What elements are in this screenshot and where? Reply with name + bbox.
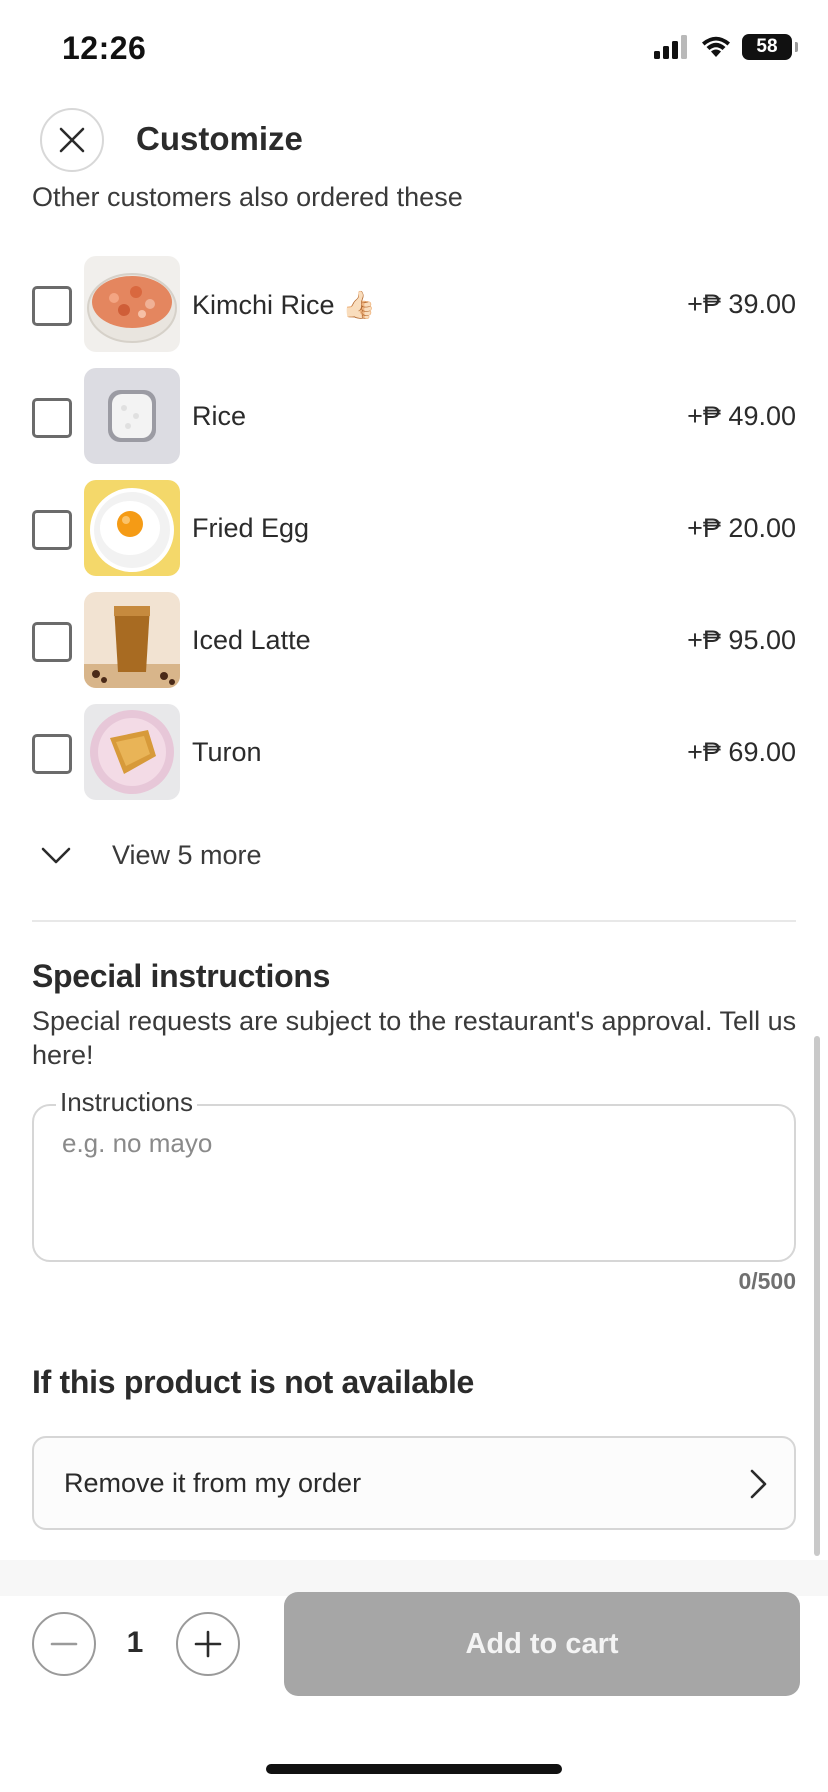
addon-name: Iced Latte bbox=[192, 625, 311, 655]
special-instructions-description: Special requests are subject to the rest… bbox=[32, 1006, 797, 1070]
addon-item-kimchi-rice[interactable]: Kimchi Rice 👍🏻 +₱ 39.00 bbox=[32, 256, 796, 352]
chevron-down-icon bbox=[41, 847, 71, 864]
cellular-signal-icon bbox=[654, 35, 687, 59]
addon-checkbox[interactable] bbox=[32, 398, 72, 438]
addon-checkbox[interactable] bbox=[32, 510, 72, 550]
add-to-cart-button[interactable]: Add to cart bbox=[284, 1592, 800, 1696]
turon-image bbox=[84, 704, 180, 800]
addon-item-iced-latte[interactable]: Iced Latte +₱ 95.00 bbox=[32, 592, 796, 688]
unavailable-option-select[interactable]: Remove it from my order bbox=[32, 1436, 796, 1530]
addon-name: Fried Egg bbox=[192, 513, 310, 543]
addon-name: Rice bbox=[192, 401, 247, 431]
plus-icon bbox=[194, 1630, 222, 1658]
battery-indicator: 58 bbox=[742, 34, 798, 60]
character-count: 0/500 bbox=[738, 1268, 796, 1294]
home-indicator bbox=[266, 1764, 562, 1774]
instructions-field[interactable]: Instructions bbox=[32, 1087, 796, 1262]
status-icons: 58 bbox=[654, 34, 798, 60]
addon-item-fried-egg[interactable]: Fried Egg +₱ 20.00 bbox=[32, 480, 796, 576]
addon-price: +₱ 69.00 bbox=[687, 737, 796, 767]
instructions-input[interactable] bbox=[62, 1128, 762, 1159]
wifi-icon bbox=[702, 36, 730, 57]
status-time: 12:26 bbox=[62, 30, 147, 66]
bottom-bar-divider bbox=[0, 1560, 828, 1596]
unavailable-title: If this product is not available bbox=[32, 1364, 475, 1400]
addon-item-rice[interactable]: Rice +₱ 49.00 bbox=[32, 368, 796, 464]
section-divider bbox=[32, 920, 796, 922]
thumbs-up-icon: 👍🏻 bbox=[342, 290, 376, 320]
scrollbar[interactable] bbox=[814, 1036, 820, 1556]
addon-name: Kimchi Rice 👍🏻 bbox=[192, 289, 376, 321]
addon-checkbox[interactable] bbox=[32, 622, 72, 662]
close-icon bbox=[59, 127, 85, 153]
status-bar: 12:26 58 bbox=[0, 0, 828, 96]
addon-price: +₱ 39.00 bbox=[687, 289, 796, 319]
unavailable-selected-option: Remove it from my order bbox=[64, 1468, 362, 1498]
addon-checkbox[interactable] bbox=[32, 734, 72, 774]
addon-price: +₱ 49.00 bbox=[687, 401, 796, 431]
quantity-value: 1 bbox=[126, 1626, 144, 1659]
iced-latte-image bbox=[84, 592, 180, 688]
addon-checkbox[interactable] bbox=[32, 286, 72, 326]
special-instructions-title: Special instructions bbox=[32, 958, 331, 994]
close-button[interactable] bbox=[40, 108, 104, 172]
minus-icon bbox=[50, 1642, 78, 1646]
instructions-label: Instructions bbox=[56, 1087, 197, 1118]
increase-quantity-button[interactable] bbox=[176, 1612, 240, 1676]
rice-image bbox=[84, 368, 180, 464]
kimchi-rice-image bbox=[84, 256, 180, 352]
fried-egg-image bbox=[84, 480, 180, 576]
page-title: Customize bbox=[136, 120, 303, 157]
chevron-right-icon bbox=[750, 1469, 767, 1499]
addon-item-turon[interactable]: Turon +₱ 69.00 bbox=[32, 704, 796, 800]
addons-subtitle: Other customers also ordered these bbox=[32, 182, 463, 212]
addon-price: +₱ 95.00 bbox=[687, 625, 796, 655]
view-more-label: View 5 more bbox=[112, 840, 262, 870]
addon-name: Turon bbox=[192, 737, 262, 767]
addon-name-text: Kimchi Rice bbox=[192, 290, 335, 320]
addon-price: +₱ 20.00 bbox=[687, 513, 796, 543]
decrease-quantity-button[interactable] bbox=[32, 1612, 96, 1676]
